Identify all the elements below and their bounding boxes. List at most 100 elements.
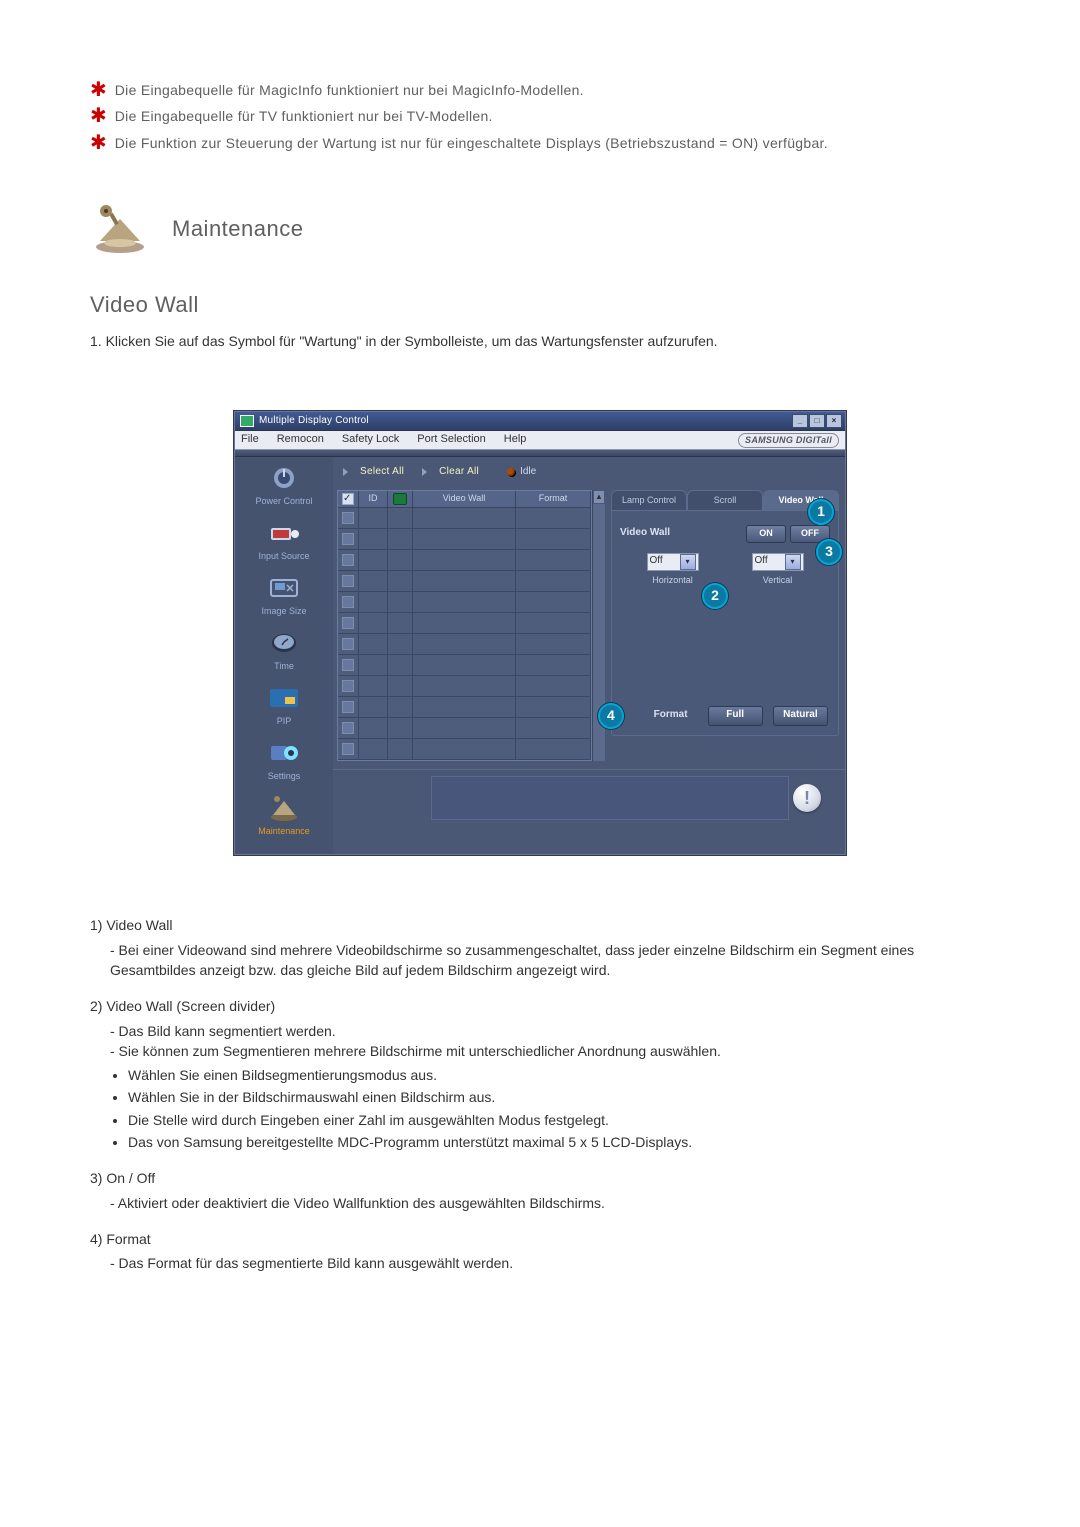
idle-dot-icon [507, 468, 515, 476]
titlebar: Multiple Display Control _ □ × [235, 412, 845, 431]
row-id [359, 571, 388, 591]
sidebar-item-label: Power Control [235, 495, 333, 508]
clear-all-button[interactable]: Clear All [439, 465, 479, 480]
display-table: ID Video Wall Format ▲ [337, 490, 605, 761]
sidebar-item-power-control[interactable]: Power Control [235, 463, 333, 508]
menu-safety-lock[interactable]: Safety Lock [342, 432, 399, 448]
vertical-label: Vertical [763, 574, 793, 587]
minimize-button[interactable]: _ [792, 414, 808, 428]
pip-icon [265, 683, 303, 713]
callout-4: 4 [598, 703, 624, 729]
select-all-button[interactable]: Select All [360, 465, 404, 480]
table-header: ID Video Wall Format [338, 491, 591, 508]
row-status [388, 655, 413, 675]
row-checkbox[interactable] [338, 655, 359, 675]
row-format [516, 550, 591, 570]
bullet-item: Die Stelle wird durch Eingeben einer Zah… [128, 1110, 990, 1130]
idle-label: Idle [520, 465, 536, 480]
tab-lamp-control[interactable]: Lamp Control [611, 490, 687, 510]
th-status-icon [388, 491, 413, 507]
vertical-select[interactable]: Off ▾ [752, 553, 804, 571]
definition-item: 3) On / Off- Aktiviert oder deaktiviert … [90, 1168, 990, 1213]
sidebar-item-time[interactable]: Time [235, 628, 333, 673]
window-controls: _ □ × [792, 414, 842, 428]
th-checkbox[interactable] [338, 491, 359, 507]
dd-value: Off [755, 554, 768, 569]
row-checkbox[interactable] [338, 508, 359, 528]
row-video-wall [413, 613, 516, 633]
row-checkbox[interactable] [338, 718, 359, 738]
th-id[interactable]: ID [359, 491, 388, 507]
row-id [359, 697, 388, 717]
menu-help[interactable]: Help [504, 432, 527, 448]
row-checkbox[interactable] [338, 697, 359, 717]
row-checkbox[interactable] [338, 571, 359, 591]
alert-icon: ! [793, 784, 821, 812]
row-checkbox[interactable] [338, 634, 359, 654]
row-id [359, 718, 388, 738]
row-checkbox[interactable] [338, 592, 359, 612]
sidebar-item-settings[interactable]: Settings [235, 738, 333, 783]
row-format [516, 718, 591, 738]
bullet-item: Wählen Sie einen Bildsegmentierungsmodus… [128, 1065, 990, 1085]
row-status [388, 571, 413, 591]
table-row[interactable] [338, 655, 591, 676]
time-icon [265, 628, 303, 658]
menu-port-selection[interactable]: Port Selection [417, 432, 485, 448]
format-label: Format [654, 708, 688, 723]
horizontal-select[interactable]: Off ▾ [647, 553, 699, 571]
definition-title: 3) On / Off [90, 1168, 990, 1188]
sidebar-item-label: Maintenance [235, 825, 333, 838]
definition-line: - Sie können zum Segmentieren mehrere Bi… [110, 1041, 990, 1061]
row-checkbox[interactable] [338, 739, 359, 759]
chevron-down-icon: ▾ [785, 554, 801, 570]
full-button[interactable]: Full [708, 706, 763, 726]
window-title: Multiple Display Control [259, 414, 369, 429]
row-id [359, 739, 388, 759]
maintenance-icon [265, 793, 303, 823]
natural-button[interactable]: Natural [773, 706, 828, 726]
row-status [388, 508, 413, 528]
row-format [516, 592, 591, 612]
sidebar-item-image-size[interactable]: Image Size [235, 573, 333, 618]
th-format[interactable]: Format [516, 491, 591, 507]
definition-item: 1) Video Wall- Bei einer Videowand sind … [90, 915, 990, 980]
table-row[interactable] [338, 613, 591, 634]
table-body [338, 508, 591, 760]
subheading: Video Wall [90, 289, 990, 321]
definition-line: - Bei einer Videowand sind mehrere Video… [110, 940, 990, 981]
close-button[interactable]: × [826, 414, 842, 428]
table-row[interactable] [338, 592, 591, 613]
row-checkbox[interactable] [338, 676, 359, 696]
row-checkbox[interactable] [338, 529, 359, 549]
table-row[interactable] [338, 550, 591, 571]
sidebar-item-input-source[interactable]: Input Source [235, 518, 333, 563]
tab-scroll[interactable]: Scroll [687, 490, 763, 510]
row-format [516, 697, 591, 717]
sidebar-item-label: Image Size [235, 605, 333, 618]
table-row[interactable] [338, 529, 591, 550]
on-button[interactable]: ON [746, 525, 786, 543]
table-row[interactable] [338, 571, 591, 592]
settings-icon [265, 738, 303, 768]
dd-value: Off [650, 554, 663, 569]
row-checkbox[interactable] [338, 613, 359, 633]
sidebar-item-maintenance[interactable]: Maintenance [235, 793, 333, 838]
table-row[interactable] [338, 634, 591, 655]
sidebar-item-pip[interactable]: PIP [235, 683, 333, 728]
note-text: Die Funktion zur Steuerung der Wartung i… [115, 133, 828, 153]
table-row[interactable] [338, 697, 591, 718]
row-video-wall [413, 592, 516, 612]
table-row[interactable] [338, 739, 591, 760]
menu-remocon[interactable]: Remocon [277, 432, 324, 448]
scroll-up-icon[interactable]: ▲ [593, 490, 605, 504]
callout-2: 2 [702, 583, 728, 609]
table-row[interactable] [338, 508, 591, 529]
menu-file[interactable]: File [241, 432, 259, 448]
row-status [388, 739, 413, 759]
table-row[interactable] [338, 718, 591, 739]
maximize-button[interactable]: □ [809, 414, 825, 428]
table-row[interactable] [338, 676, 591, 697]
row-checkbox[interactable] [338, 550, 359, 570]
th-video-wall[interactable]: Video Wall [413, 491, 516, 507]
